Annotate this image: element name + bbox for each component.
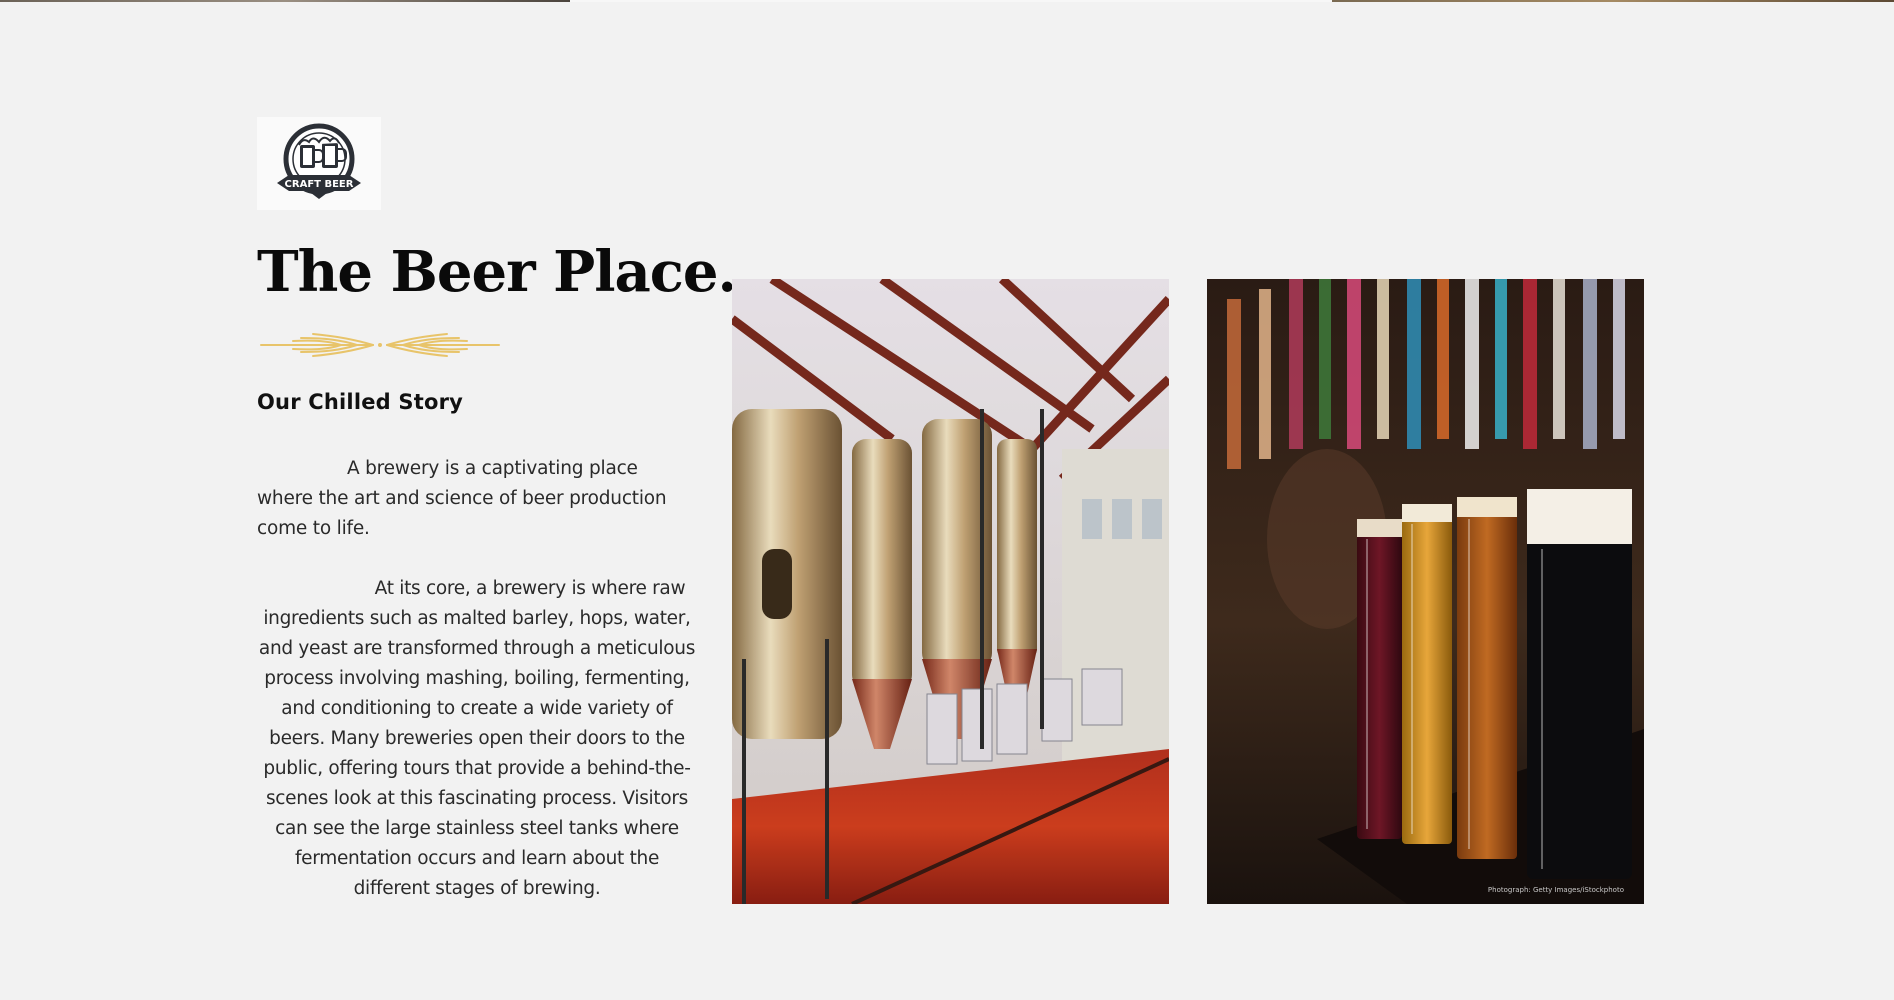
craft-beer-logo[interactable]: CRAFT BEER — [257, 117, 381, 210]
page-title: The Beer Place. — [257, 239, 737, 305]
photo-credit: Photograph: Getty Images/iStockphoto — [1487, 886, 1624, 894]
logo-badge-text: CRAFT BEER — [285, 179, 354, 190]
top-edge-strip-right — [1332, 0, 1894, 2]
story-section: CRAFT BEER The Beer Place. Our Chilled S… — [257, 117, 737, 904]
top-edge-strip-middle — [570, 0, 1332, 2]
intro-paragraph: A brewery is a captivating place where t… — [257, 457, 667, 539]
wheat-divider-icon — [260, 332, 500, 357]
section-subtitle: Our Chilled Story — [257, 389, 464, 414]
beer-mugs-badge-icon: CRAFT BEER — [277, 123, 361, 199]
top-edge-strip-left — [0, 0, 570, 2]
story-paragraph: At its core, a brewery is where raw ingr… — [258, 577, 696, 899]
beer-flight-image: Photograph: Getty Images/iStockphoto — [1207, 279, 1644, 904]
brewery-interior-image — [732, 279, 1169, 904]
